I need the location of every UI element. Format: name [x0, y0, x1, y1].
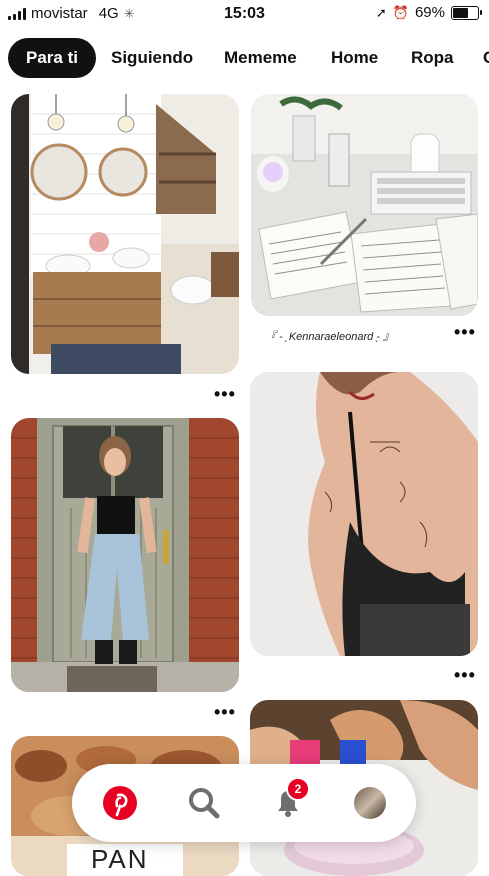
status-bar: movistar 4G ✳ 15:03 ➚ ⏰ 69%	[0, 0, 489, 28]
battery-icon	[451, 5, 482, 20]
pin-bathroom-image[interactable]	[11, 94, 239, 374]
alarm-icon: ⏰	[392, 4, 409, 20]
tab-next[interactable]: C	[483, 38, 489, 78]
pin-bread-text: PAN	[91, 844, 149, 874]
location-icon: ➚	[375, 4, 387, 20]
pin-desk-more-button[interactable]: •••	[454, 322, 476, 343]
notifications-button[interactable]: 2	[268, 777, 310, 823]
battery-percent: 69%	[414, 4, 445, 21]
tab-para-ti[interactable]: Para ti	[8, 38, 96, 78]
tab-mememe[interactable]: Mememe	[224, 38, 297, 78]
pin-outfit-more-button[interactable]: •••	[214, 702, 236, 723]
pin-desk-caption[interactable]: 『 - ̗ Kennaraeleonard ̖- 』	[265, 328, 394, 344]
tab-siguiendo[interactable]: Siguiendo	[111, 38, 193, 78]
pin-tattoo-more-button[interactable]: •••	[454, 665, 476, 686]
pin-bathroom-more-button[interactable]: •••	[214, 384, 236, 405]
status-right: ➚ ⏰ 69%	[375, 4, 482, 21]
tab-home[interactable]: Home	[331, 38, 378, 78]
pin-tattoo-image[interactable]	[250, 372, 478, 656]
bottom-navigation: 2	[72, 764, 416, 842]
tab-ropa[interactable]: Ropa	[411, 38, 454, 78]
feed-tabs: Para ti Siguiendo Mememe Home Ropa C	[0, 30, 489, 86]
avatar	[354, 787, 386, 819]
pin-outfit-image[interactable]	[11, 418, 239, 692]
pinterest-logo-icon[interactable]	[100, 783, 140, 823]
pin-desk-image[interactable]	[251, 94, 478, 316]
notification-count-badge: 2	[286, 777, 310, 801]
profile-button[interactable]	[350, 783, 390, 823]
search-icon[interactable]	[184, 783, 224, 823]
